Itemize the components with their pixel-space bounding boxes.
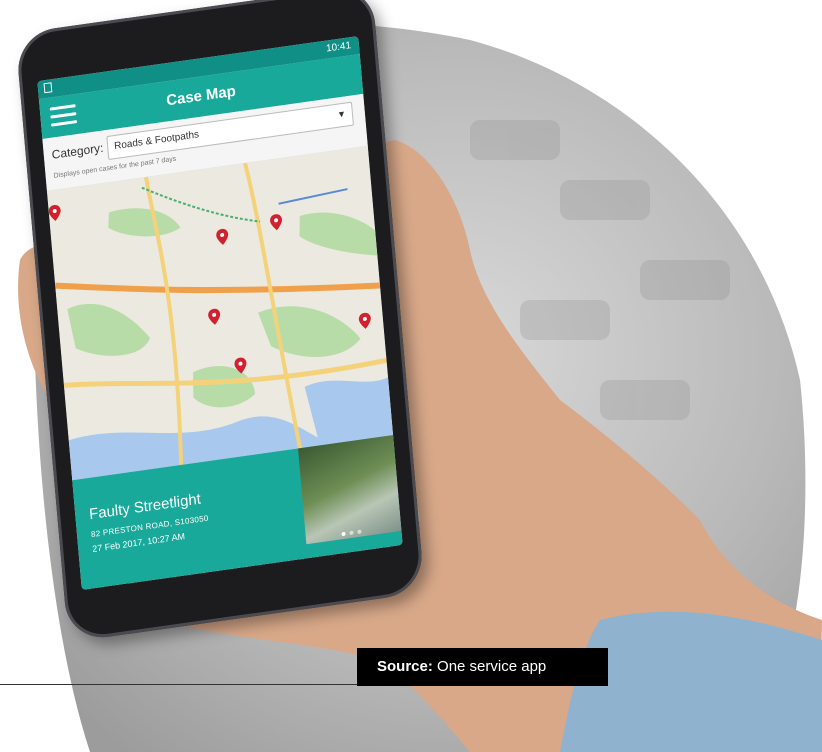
phone-screen: 10:41 Case Map Category: Roads & Footpat… [37, 36, 403, 590]
scene: 10:41 Case Map Category: Roads & Footpat… [0, 0, 822, 752]
case-photo[interactable] [298, 435, 402, 545]
phone: 10:41 Case Map Category: Roads & Footpat… [15, 0, 440, 648]
category-label: Category: [51, 140, 104, 162]
phone-body: 10:41 Case Map Category: Roads & Footpat… [15, 0, 425, 643]
source-label: Source: [377, 658, 433, 675]
carousel-dots[interactable] [337, 520, 362, 541]
source-rule [0, 684, 358, 685]
source-caption: Source: One service app [357, 648, 608, 686]
status-time: 10:41 [325, 40, 352, 55]
chevron-down-icon: ▼ [336, 108, 347, 120]
sim-icon [43, 82, 53, 94]
category-value: Roads & Footpaths [113, 129, 200, 153]
case-map[interactable] [46, 145, 394, 481]
source-text: One service app [437, 658, 547, 675]
